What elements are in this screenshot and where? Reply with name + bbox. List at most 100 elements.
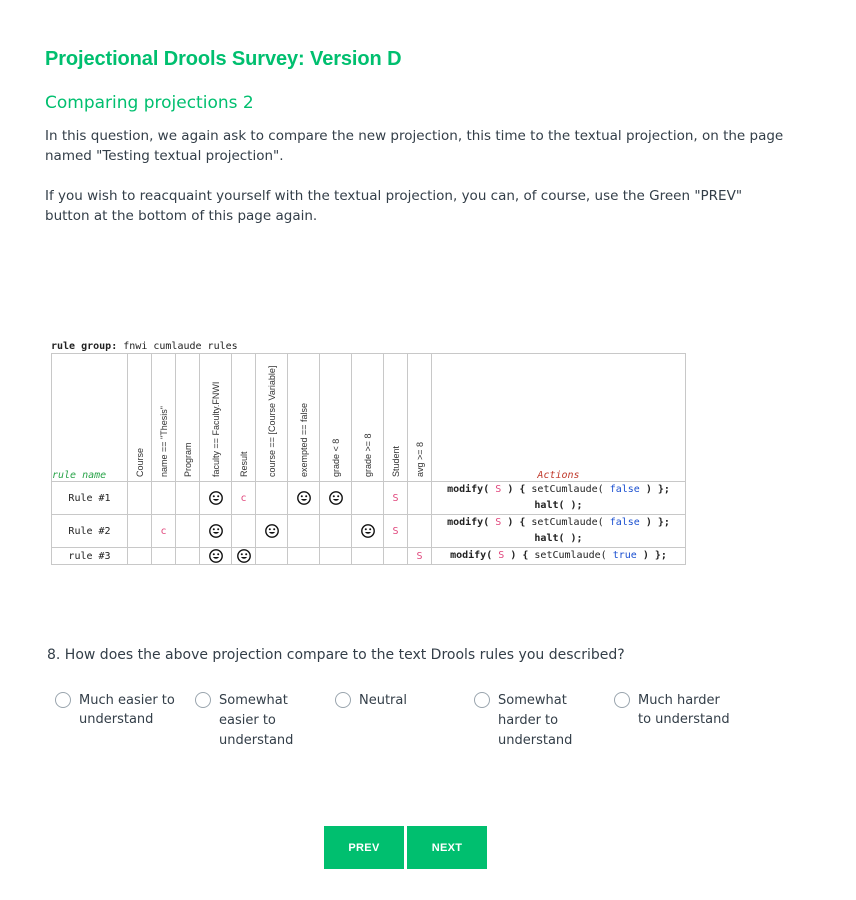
smiley-icon (360, 524, 375, 538)
radio-button[interactable] (614, 692, 630, 708)
condition-cell (255, 547, 288, 565)
rule-table-figure: rule group: fnwi cumlaude rules rule nam… (51, 340, 686, 565)
option-much-easier[interactable]: Much easier to understand (55, 691, 175, 729)
rule-table: rule name Course name == "Thesis" Progra… (51, 353, 686, 565)
smiley-icon (236, 549, 251, 563)
condition-cell (255, 481, 288, 515)
condition-cell (319, 547, 352, 565)
action-cell: modify( S ) { setCumlaude( true ) }; (431, 547, 686, 565)
column-header: grade >= 8 (351, 353, 384, 482)
rule-group-caption: rule group: fnwi cumlaude rules (51, 340, 686, 353)
next-button[interactable]: NEXT (407, 826, 487, 869)
condition-cell: S (407, 547, 432, 565)
actions-header: Actions (431, 353, 686, 482)
action-line: halt( ); (534, 533, 583, 544)
column-header: grade < 8 (319, 353, 352, 482)
condition-cell (351, 547, 384, 565)
option-label: Much harder to understand (638, 693, 730, 727)
condition-cell (351, 481, 384, 515)
smiley-icon (328, 491, 343, 505)
page-title: Comparing projections 2 (45, 93, 254, 113)
radio-button[interactable] (335, 692, 351, 708)
column-header: exempted == false (287, 353, 320, 482)
condition-cell (255, 514, 288, 548)
condition-cell (383, 547, 408, 565)
condition-cell (175, 481, 200, 515)
action-line: modify( S ) { setCumlaude( false ) }; (447, 484, 670, 495)
column-header: Result (231, 353, 256, 482)
condition-cell (175, 514, 200, 548)
intro-paragraph-2: If you wish to reacquaint yourself with … (45, 188, 743, 224)
column-header: faculty == Faculty.FNWI (199, 353, 232, 482)
rule-row: rule #3 Smodify( S ) { setCumlaude( true … (51, 547, 686, 565)
rule-group-label: rule group: (51, 341, 118, 352)
condition-cell (319, 481, 352, 515)
option-somewhat-harder[interactable]: Somewhat harder to understand (474, 691, 572, 751)
variable-marker: c (160, 525, 167, 537)
condition-cell (127, 481, 152, 515)
condition-cell (407, 481, 432, 515)
condition-cell: c (151, 514, 176, 548)
condition-cell: S (383, 481, 408, 515)
condition-cell (199, 481, 232, 515)
column-header: Program (175, 353, 200, 482)
condition-cell (287, 547, 320, 565)
condition-cell (199, 514, 232, 548)
rule-name-cell: Rule #1 (51, 481, 128, 515)
action-line: modify( S ) { setCumlaude( true ) }; (450, 550, 667, 561)
condition-cell (351, 514, 384, 548)
option-label: Neutral (359, 693, 407, 708)
action-cell: modify( S ) { setCumlaude( false ) }; hal… (431, 481, 686, 515)
option-label: Much easier to understand (79, 693, 175, 727)
variable-marker: c (240, 492, 247, 504)
radio-button[interactable] (55, 692, 71, 708)
prev-button[interactable]: PREV (324, 826, 404, 869)
radio-button[interactable] (474, 692, 490, 708)
option-neutral[interactable]: Neutral (335, 691, 407, 710)
condition-cell (151, 481, 176, 515)
action-cell: modify( S ) { setCumlaude( false ) }; hal… (431, 514, 686, 548)
column-header: Course (127, 353, 152, 482)
condition-cell (151, 547, 176, 565)
rule-row: Rule #1 c Smodify( S ) { setCumlaude( fals… (51, 481, 686, 515)
rule-table-header: rule name Course name == "Thesis" Progra… (51, 353, 686, 482)
smiley-icon (296, 491, 311, 505)
condition-cell (287, 514, 320, 548)
condition-cell: c (231, 481, 256, 515)
column-header: course == [Course Variable] (255, 353, 288, 482)
smiley-icon (208, 491, 223, 505)
option-label: Somewhat easier to understand (219, 693, 294, 748)
variable-marker: S (392, 492, 399, 504)
condition-cell (407, 514, 432, 548)
option-much-harder[interactable]: Much harder to understand (614, 691, 730, 729)
option-label: Somewhat harder to understand (498, 693, 573, 748)
condition-cell (287, 481, 320, 515)
rule-name-cell: rule #3 (51, 547, 128, 565)
rule-name-header: rule name (51, 353, 128, 482)
rule-row: Rule #2 c Smodify( S ) { setCumlaude( fals… (51, 514, 686, 548)
intro-text: In this question, we again ask to compar… (45, 126, 785, 226)
action-line: modify( S ) { setCumlaude( false ) }; (447, 517, 670, 528)
rule-name-cell: Rule #2 (51, 514, 128, 548)
action-line: halt( ); (534, 500, 583, 511)
rule-group-name: fnwi cumlaude rules (123, 341, 238, 352)
intro-paragraph-1: In this question, we again ask to compar… (45, 128, 784, 164)
condition-cell (127, 514, 152, 548)
condition-cell (231, 547, 256, 565)
option-somewhat-easier[interactable]: Somewhat easier to understand (195, 691, 293, 751)
condition-cell (127, 547, 152, 565)
smiley-icon (208, 549, 223, 563)
column-header: Student (383, 353, 408, 482)
question-text: 8. How does the above projection compare… (47, 647, 625, 663)
variable-marker: S (392, 525, 399, 537)
smiley-icon (264, 524, 279, 538)
column-header: name == "Thesis" (151, 353, 176, 482)
survey-title: Projectional Drools Survey: Version D (45, 48, 402, 70)
smiley-icon (208, 524, 223, 538)
variable-marker: S (416, 550, 423, 562)
condition-cell (319, 514, 352, 548)
condition-cell (231, 514, 256, 548)
condition-cell: S (383, 514, 408, 548)
radio-button[interactable] (195, 692, 211, 708)
condition-cell (175, 547, 200, 565)
